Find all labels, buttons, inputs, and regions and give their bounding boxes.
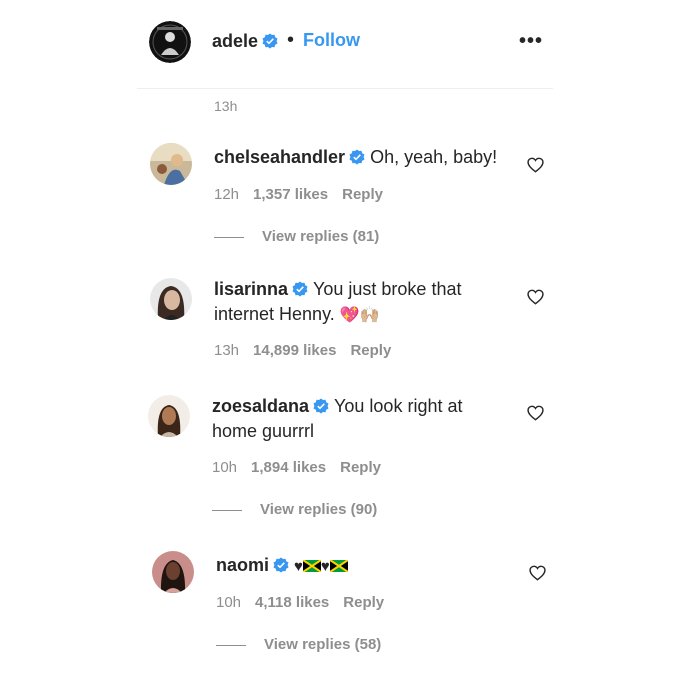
comment-text: naomi ♥ ♥ <box>216 554 506 579</box>
comment-time: 13h <box>214 342 240 359</box>
reply-button[interactable]: Reply <box>340 459 381 476</box>
avatar[interactable] <box>150 278 192 320</box>
jamaica-flag-icon <box>302 555 322 573</box>
comment-body: ♥ <box>294 558 303 575</box>
divider-line <box>214 236 244 238</box>
comment-meta: 13h 14,899 likes Reply <box>214 342 405 359</box>
view-replies-label: View replies (90) <box>260 501 378 518</box>
reply-button[interactable]: Reply <box>343 594 384 611</box>
avatar[interactable] <box>149 21 191 63</box>
comment-text: zoesaldana You look right at home guurrrl <box>212 395 502 443</box>
caption-timestamp: 13h <box>214 98 238 114</box>
comment-text: lisarinna You just broke that internet He… <box>214 278 504 327</box>
comment-time: 10h <box>216 594 242 611</box>
comment-meta: 12h 1,357 likes Reply <box>214 186 397 203</box>
verified-badge-icon <box>273 556 289 579</box>
header-username-row: adele <box>212 31 278 54</box>
comment-username[interactable]: zoesaldana <box>212 396 309 416</box>
comment-text: chelseahandler Oh, yeah, baby! <box>214 146 504 171</box>
reply-button[interactable]: Reply <box>342 186 383 203</box>
comment-time: 12h <box>214 186 240 203</box>
comment-username[interactable]: lisarinna <box>214 279 288 299</box>
comment-username[interactable]: naomi <box>216 555 269 575</box>
view-replies-button[interactable]: View replies (90) <box>212 501 377 518</box>
comment-likes[interactable]: 4,118 likes <box>255 594 329 611</box>
verified-badge-icon <box>292 280 308 303</box>
like-heart-icon[interactable] <box>527 405 544 426</box>
view-replies-button[interactable]: View replies (58) <box>216 636 381 653</box>
view-replies-button[interactable]: View replies (81) <box>214 228 379 245</box>
comment-likes[interactable]: 14,899 likes <box>253 342 336 359</box>
heart-sparkle-emoji-icon: 💖🙌🏼 <box>339 307 380 324</box>
header-username[interactable]: adele <box>212 31 258 51</box>
reply-button[interactable]: Reply <box>350 342 391 359</box>
comment-body: Oh, yeah, baby! <box>370 147 498 167</box>
avatar[interactable] <box>150 143 192 185</box>
like-heart-icon[interactable] <box>527 289 544 310</box>
avatar[interactable] <box>152 551 194 593</box>
verified-badge-icon <box>349 148 365 171</box>
view-replies-label: View replies (81) <box>262 228 380 245</box>
verified-badge-icon <box>313 397 329 420</box>
like-heart-icon[interactable] <box>527 157 544 178</box>
header-separator: • <box>287 29 295 51</box>
post-header: adele • Follow ••• <box>137 0 553 89</box>
jamaica-flag-icon <box>329 555 349 573</box>
comment-time: 10h <box>212 459 238 476</box>
avatar[interactable] <box>148 395 190 437</box>
divider-line <box>216 644 246 646</box>
comment-username[interactable]: chelseahandler <box>214 147 345 167</box>
like-heart-icon[interactable] <box>529 565 546 586</box>
more-options-icon[interactable]: ••• <box>519 30 543 53</box>
heart-icon: ♥ <box>320 558 330 575</box>
verified-badge-icon <box>262 33 278 54</box>
divider-line <box>212 509 242 511</box>
view-replies-label: View replies (58) <box>264 636 382 653</box>
comment-likes[interactable]: 1,357 likes <box>253 186 328 203</box>
comment-likes[interactable]: 1,894 likes <box>251 459 326 476</box>
comment-meta: 10h 4,118 likes Reply <box>216 594 398 611</box>
follow-button[interactable]: Follow <box>303 30 360 51</box>
comment-meta: 10h 1,894 likes Reply <box>212 459 395 476</box>
